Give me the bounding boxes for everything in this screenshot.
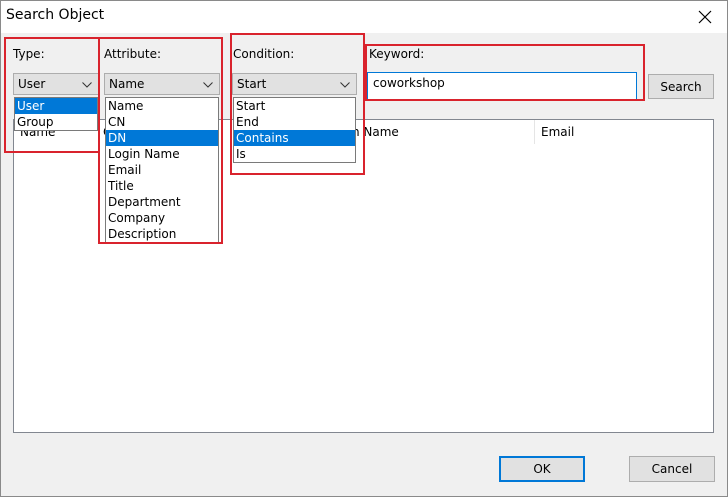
highlight-box-keyword — [365, 44, 645, 101]
title-bar: Search Object — [0, 0, 728, 33]
column-header-email[interactable]: Email — [541, 120, 574, 144]
column-separator — [534, 120, 535, 144]
highlight-box-type — [4, 37, 100, 153]
close-icon — [698, 10, 712, 23]
close-button[interactable] — [682, 0, 728, 33]
window-title: Search Object — [6, 7, 105, 23]
highlight-box-condition — [230, 33, 365, 175]
cancel-button[interactable]: Cancel — [629, 456, 715, 482]
highlight-box-attribute — [98, 37, 223, 244]
ok-button[interactable]: OK — [499, 456, 585, 482]
search-button[interactable]: Search — [648, 74, 714, 99]
